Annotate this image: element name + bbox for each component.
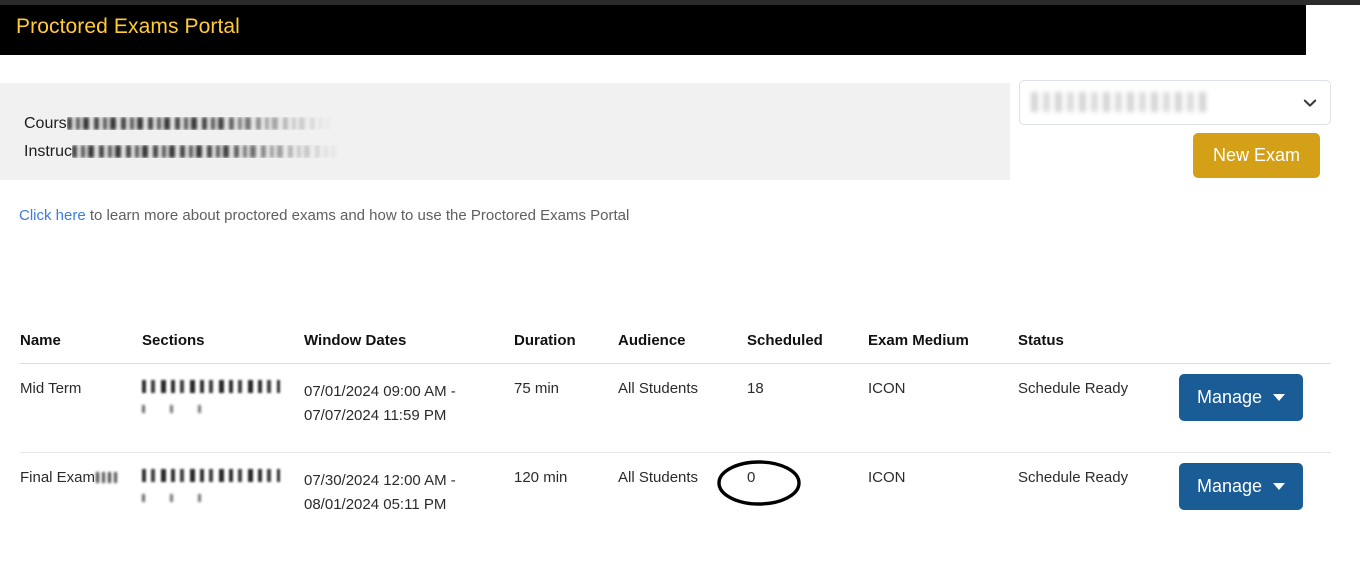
cell-duration: 120 min bbox=[514, 469, 568, 486]
cell-sections bbox=[142, 363, 304, 453]
column-header-audience: Audience bbox=[618, 320, 747, 364]
caret-down-icon bbox=[1273, 483, 1286, 490]
help-text: Click here to learn more about proctored… bbox=[19, 207, 629, 224]
course-info-panel: Cours Instruc bbox=[0, 83, 1010, 180]
cell-status: Schedule Ready bbox=[1018, 363, 1179, 453]
exam-name-redacted-suffix bbox=[96, 472, 119, 483]
help-rest-text: to learn more about proctored exams and … bbox=[85, 207, 630, 224]
cell-audience: All Students bbox=[618, 363, 747, 453]
exam-name: Mid Term bbox=[20, 380, 82, 397]
manage-button[interactable]: Manage bbox=[1179, 374, 1303, 421]
sections-redacted-line-2 bbox=[142, 405, 234, 413]
sections-redacted-line-1 bbox=[142, 380, 280, 393]
cell-actions: Manage bbox=[1179, 363, 1331, 453]
cell-actions: Manage bbox=[1179, 453, 1331, 542]
manage-button-label: Manage bbox=[1196, 387, 1263, 407]
new-exam-button[interactable]: New Exam bbox=[1193, 133, 1320, 178]
app-header: Proctored Exams Portal bbox=[0, 5, 1306, 55]
column-header-window-dates: Window Dates bbox=[304, 320, 514, 364]
cell-audience: All Students bbox=[618, 469, 699, 486]
cell-name: Mid Term bbox=[20, 363, 142, 453]
course-label: Cours bbox=[24, 115, 67, 132]
learn-more-link[interactable]: Click here bbox=[19, 207, 86, 224]
cell-status: Schedule Ready bbox=[1018, 469, 1129, 486]
window-end: 07/07/2024 11:59 PM bbox=[304, 407, 447, 424]
course-value-redacted bbox=[66, 117, 333, 130]
exam-name: Final Exam bbox=[20, 469, 96, 486]
instructor-label: Instruc bbox=[24, 143, 73, 160]
instructor-value-redacted bbox=[72, 145, 343, 158]
manage-button[interactable]: Manage bbox=[1179, 463, 1303, 510]
course-select[interactable] bbox=[1019, 80, 1331, 125]
cell-exam-medium: ICON bbox=[868, 469, 906, 486]
page-title: Proctored Exams Portal bbox=[16, 15, 240, 38]
manage-button-label: Manage bbox=[1196, 476, 1263, 496]
cell-scheduled: 0 bbox=[747, 469, 756, 486]
course-select-value-redacted bbox=[1031, 92, 1211, 112]
sections-redacted-line-1 bbox=[142, 469, 280, 482]
column-header-sections: Sections bbox=[142, 320, 304, 364]
column-header-scheduled: Scheduled bbox=[747, 320, 868, 364]
column-header-status: Status bbox=[1018, 320, 1179, 364]
column-header-duration: Duration bbox=[514, 320, 618, 364]
caret-down-icon bbox=[1273, 394, 1286, 401]
cell-window-dates: 07/01/2024 09:00 AM - 07/07/2024 11:59 P… bbox=[304, 363, 514, 453]
window-end: 08/01/2024 05:11 PM bbox=[304, 496, 447, 513]
table-header-row: Name Sections Window Dates Duration Audi… bbox=[20, 320, 1331, 364]
window-start: 07/01/2024 09:00 AM - bbox=[304, 383, 456, 400]
column-header-actions bbox=[1179, 320, 1331, 364]
page-root: Proctored Exams Portal Cours Instruc New… bbox=[0, 0, 1360, 574]
cell-exam-medium: ICON bbox=[868, 363, 1018, 453]
course-info-line: Cours bbox=[24, 115, 333, 133]
header-right-gap bbox=[1306, 5, 1360, 55]
sections-redacted-line-2 bbox=[142, 494, 234, 502]
column-header-name: Name bbox=[20, 320, 142, 364]
cell-sections bbox=[142, 453, 304, 542]
cell-name: Final Exam bbox=[20, 453, 142, 542]
column-header-exam-medium: Exam Medium bbox=[868, 320, 1018, 364]
window-start: 07/30/2024 12:00 AM - bbox=[304, 472, 456, 489]
table-row: Mid Term 07/01/2024 09:00 AM - 07/07/202… bbox=[20, 363, 1331, 453]
cell-duration: 75 min bbox=[514, 363, 618, 453]
cell-scheduled: 18 bbox=[747, 363, 868, 453]
table-row: Final Exam 07/30/2024 12:00 AM - 08/01/2… bbox=[20, 453, 1331, 542]
cell-window-dates: 07/30/2024 12:00 AM - 08/01/2024 05:11 P… bbox=[304, 453, 514, 542]
instructor-info-line: Instruc bbox=[24, 143, 343, 161]
chevron-down-icon bbox=[1303, 96, 1317, 110]
exams-table: Name Sections Window Dates Duration Audi… bbox=[20, 320, 1331, 541]
